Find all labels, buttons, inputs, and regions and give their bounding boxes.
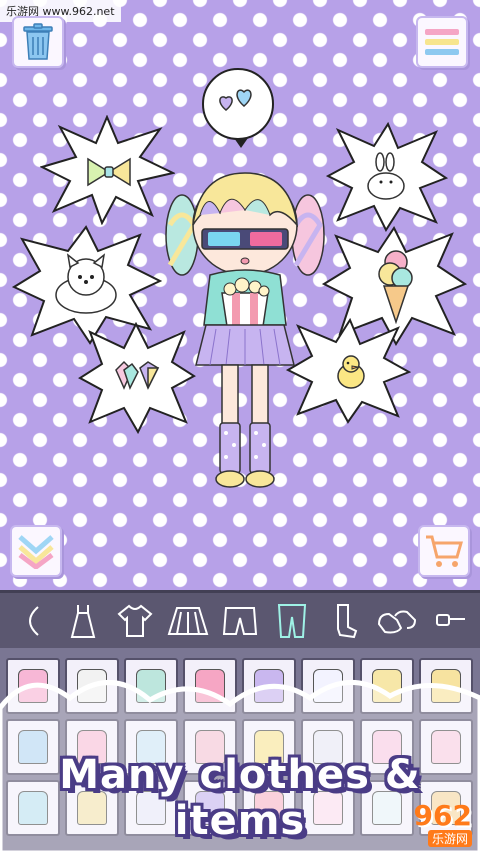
- trash-icon: [23, 23, 53, 60]
- socks-icon: [336, 603, 358, 638]
- cart-icon: [426, 535, 463, 567]
- dressup-stage: 乐游网 www.962.net: [0, 0, 480, 590]
- clothing-item-icon: [18, 669, 48, 703]
- clothing-item-icon: [372, 669, 402, 703]
- tab-skirt[interactable]: [164, 599, 212, 643]
- item-cell[interactable]: [419, 658, 473, 714]
- thought-bubble: [202, 68, 274, 148]
- item-cell[interactable]: [183, 658, 237, 714]
- trash-button[interactable]: [12, 16, 64, 68]
- bubble-bow[interactable]: [40, 115, 175, 225]
- tab-legwear[interactable]: [268, 599, 316, 643]
- menu-button[interactable]: [416, 16, 468, 68]
- puppy-icon: [55, 253, 117, 314]
- bunny-icon: [367, 152, 405, 200]
- hearts-icon: [219, 89, 252, 111]
- character-doll[interactable]: [160, 165, 330, 495]
- ice-cream-icon: [378, 250, 413, 324]
- partial-icon: [29, 605, 39, 636]
- shop-button[interactable]: [418, 525, 470, 577]
- item-cell[interactable]: [6, 658, 60, 714]
- tab-shoes[interactable]: [373, 599, 421, 643]
- chick-icon: [337, 355, 365, 389]
- clothing-item-icon: [77, 669, 107, 703]
- gems-icon: [115, 360, 160, 390]
- logo-number: 962: [413, 798, 472, 832]
- item-cell[interactable]: [65, 658, 119, 714]
- clothing-item-icon: [195, 669, 225, 703]
- item-cell[interactable]: [242, 658, 296, 714]
- category-tab-bar: [0, 590, 480, 648]
- shoes-icon: [378, 610, 417, 633]
- bow-icon: [87, 157, 131, 187]
- legwear-icon: [278, 603, 307, 638]
- tab-shirt[interactable]: [111, 599, 159, 643]
- glasses-icon: [435, 613, 465, 626]
- clothing-item-icon: [313, 669, 343, 703]
- chevron-down-icon: [18, 535, 54, 569]
- item-cell[interactable]: [301, 658, 355, 714]
- tab-more[interactable]: [426, 599, 474, 643]
- tab-socks[interactable]: [321, 599, 369, 643]
- logo-subtext: 乐游网: [427, 829, 472, 847]
- menu-icon: [425, 29, 459, 55]
- clothing-item-icon: [254, 669, 284, 703]
- dress-icon: [70, 604, 95, 638]
- item-cell[interactable]: [124, 658, 178, 714]
- shorts-icon: [222, 606, 258, 635]
- tab-partial[interactable]: [6, 599, 54, 643]
- skirt-icon: [167, 606, 208, 635]
- item-cell[interactable]: [360, 658, 414, 714]
- outfit-button[interactable]: [10, 525, 62, 577]
- bubble-bunny[interactable]: [326, 122, 448, 232]
- clothing-item-icon: [431, 669, 461, 703]
- tab-shorts[interactable]: [216, 599, 264, 643]
- shirt-icon: [117, 604, 153, 637]
- site-logo: 962 乐游网: [350, 801, 472, 847]
- tab-dress[interactable]: [59, 599, 107, 643]
- clothing-item-icon: [136, 669, 166, 703]
